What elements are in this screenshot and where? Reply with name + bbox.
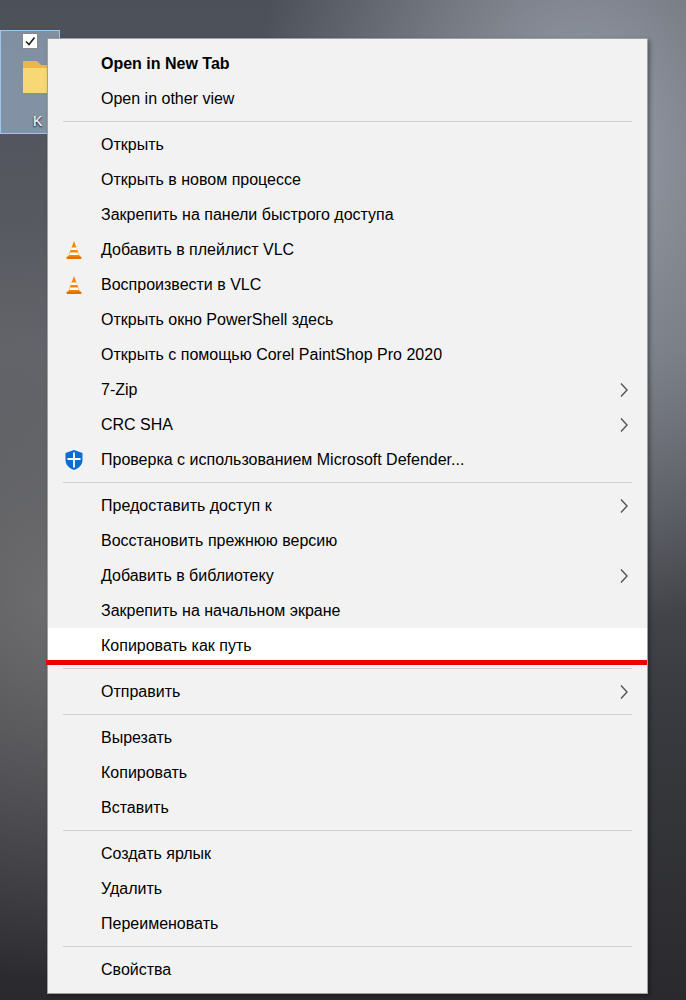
menu-item-label: Open in other view — [101, 90, 647, 108]
menu-item-label: Создать ярлык — [101, 845, 647, 863]
menu-item[interactable]: Open in New Tab — [48, 46, 647, 81]
menu-item[interactable]: Восстановить прежнюю версию — [48, 523, 647, 558]
menu-item[interactable]: Открыть с помощью Corel PaintShop Pro 20… — [48, 337, 647, 372]
menu-item[interactable]: 7-Zip — [48, 372, 647, 407]
menu-item-label: Закрепить на начальном экране — [101, 602, 647, 620]
menu-item[interactable]: Проверка с использованием Microsoft Defe… — [48, 442, 647, 477]
submenu-arrow-icon — [619, 568, 629, 584]
menu-item-label: Открыть с помощью Corel PaintShop Pro 20… — [101, 346, 647, 364]
menu-item-label: Копировать — [101, 764, 647, 782]
menu-item-label: Проверка с использованием Microsoft Defe… — [101, 451, 647, 469]
submenu-arrow-icon — [619, 684, 629, 700]
submenu-arrow-icon — [619, 498, 629, 514]
menu-item-label: Воспроизвести в VLC — [101, 276, 647, 294]
menu-item[interactable]: Воспроизвести в VLC — [48, 267, 647, 302]
menu-item[interactable]: Удалить — [48, 871, 647, 906]
menu-item-label: Open in New Tab — [101, 55, 647, 73]
menu-item-label: Копировать как путь — [101, 637, 647, 655]
menu-item[interactable]: Вставить — [48, 790, 647, 825]
menu-item[interactable]: Создать ярлык — [48, 836, 647, 871]
menu-item[interactable]: Открыть — [48, 127, 647, 162]
menu-item[interactable]: Добавить в плейлист VLC — [48, 232, 647, 267]
menu-item[interactable]: Закрепить на начальном экране — [48, 593, 647, 628]
menu-item-label: Открыть в новом процессе — [101, 171, 647, 189]
menu-separator — [63, 825, 632, 836]
menu-item-label: Открыть — [101, 136, 647, 154]
menu-item-label: Предоставить доступ к — [101, 497, 619, 515]
menu-item-label: Закрепить на панели быстрого доступа — [101, 206, 647, 224]
menu-item-label: Открыть окно PowerShell здесь — [101, 311, 647, 329]
menu-item[interactable]: Свойства — [48, 952, 647, 987]
vlc-cone-icon — [65, 240, 83, 260]
menu-item[interactable]: Переименовать — [48, 906, 647, 941]
menu-item[interactable]: Предоставить доступ к — [48, 488, 647, 523]
select-checkbox[interactable] — [22, 33, 38, 49]
folder-label: K — [33, 113, 42, 129]
menu-item-label: 7-Zip — [101, 381, 619, 399]
menu-item-label: Вставить — [101, 799, 647, 817]
submenu-arrow-icon — [619, 382, 629, 398]
annotation-underline — [46, 660, 647, 665]
menu-item-label: Переименовать — [101, 915, 647, 933]
menu-item[interactable]: Добавить в библиотеку — [48, 558, 647, 593]
context-menu: Open in New Tab Open in other view Открыть… — [47, 38, 648, 994]
menu-item[interactable]: Вырезать — [48, 720, 647, 755]
menu-item[interactable]: CRC SHA — [48, 407, 647, 442]
menu-separator — [63, 709, 632, 720]
defender-shield-icon — [64, 449, 84, 471]
menu-separator — [63, 477, 632, 488]
menu-item-label: Отправить — [101, 683, 619, 701]
menu-item[interactable]: Закрепить на панели быстрого доступа — [48, 197, 647, 232]
menu-item-label: Восстановить прежнюю версию — [101, 532, 647, 550]
menu-item-label: Добавить в плейлист VLC — [101, 241, 647, 259]
menu-item-label: Добавить в библиотеку — [101, 567, 619, 585]
menu-separator — [63, 116, 632, 127]
menu-item-label: Свойства — [101, 961, 647, 979]
vlc-cone-icon — [65, 275, 83, 295]
menu-separator — [63, 941, 632, 952]
menu-item[interactable]: Копировать — [48, 755, 647, 790]
menu-item[interactable]: Открыть в новом процессе — [48, 162, 647, 197]
submenu-arrow-icon — [619, 417, 629, 433]
menu-item[interactable]: Открыть окно PowerShell здесь — [48, 302, 647, 337]
menu-item-label: Удалить — [101, 880, 647, 898]
menu-item-label: CRC SHA — [101, 416, 619, 434]
menu-item[interactable]: Open in other view — [48, 81, 647, 116]
desktop: K Open in New Tab Open in other view Открыт… — [0, 0, 686, 1000]
check-icon — [24, 35, 36, 47]
menu-item-label: Вырезать — [101, 729, 647, 747]
menu-item[interactable]: Отправить — [48, 674, 647, 709]
menu-item[interactable]: Копировать как путь — [48, 628, 647, 663]
